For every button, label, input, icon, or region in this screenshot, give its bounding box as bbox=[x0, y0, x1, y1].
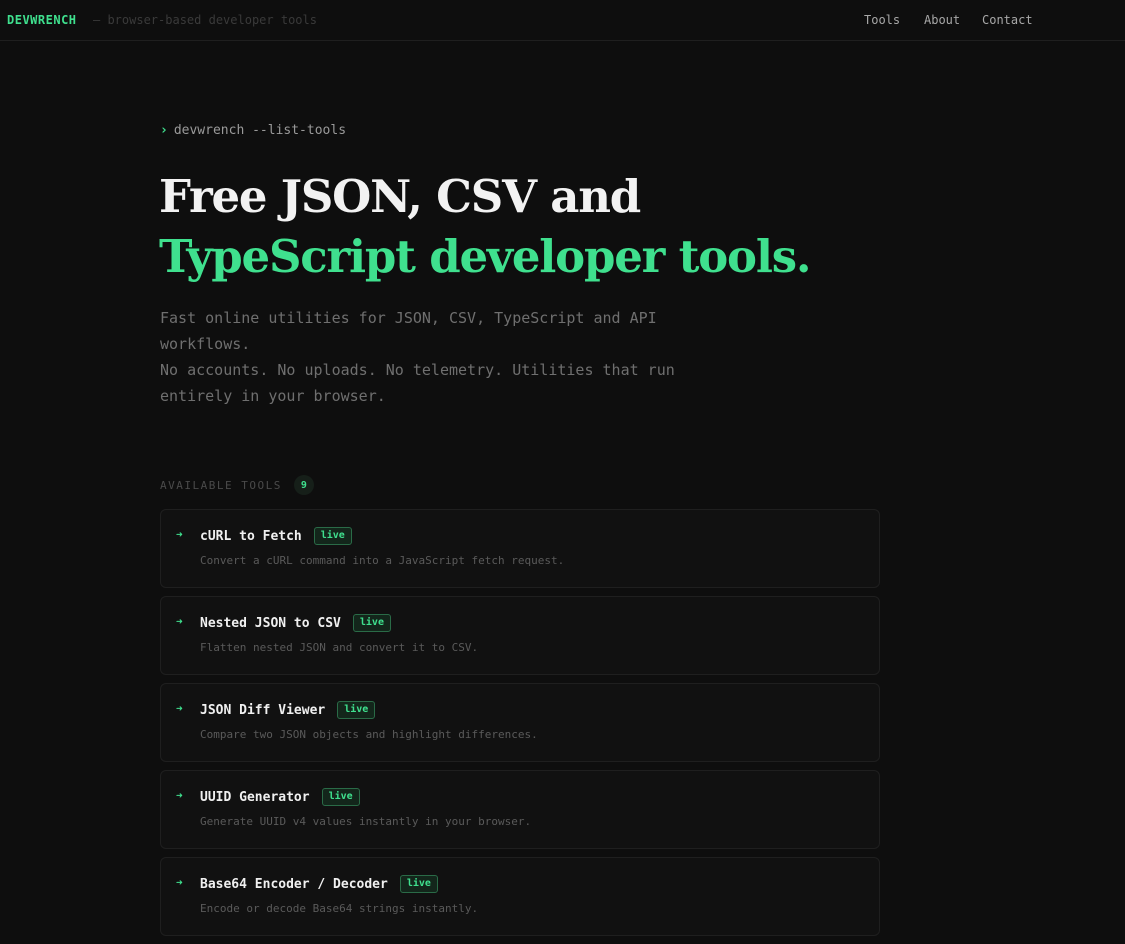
tool-name: Base64 Encoder / Decoder bbox=[200, 876, 388, 892]
tool-name: UUID Generator bbox=[200, 789, 310, 805]
tools-section-label: AVAILABLE TOOLS 9 bbox=[160, 475, 314, 495]
arrow-right-icon: ➜ bbox=[176, 615, 183, 628]
command-prompt: › devwrench --list-tools bbox=[160, 123, 346, 138]
arrow-right-icon: ➜ bbox=[176, 528, 183, 541]
live-badge: live bbox=[321, 788, 360, 806]
live-badge: live bbox=[313, 527, 352, 545]
prompt-caret-icon: › bbox=[160, 123, 168, 138]
tool-title-row: cURL to Fetch live bbox=[200, 527, 352, 545]
prompt-text: devwrench --list-tools bbox=[173, 123, 347, 138]
nav-link-tools[interactable]: Tools bbox=[864, 13, 900, 27]
tool-description: Flatten nested JSON and convert it to CS… bbox=[200, 641, 479, 654]
arrow-right-icon: ➜ bbox=[176, 789, 183, 802]
top-nav-bar: DEVWRENCH — browser-based developer tool… bbox=[0, 0, 1125, 41]
tool-card-nested-json-to-csv[interactable]: ➜ Nested JSON to CSV live Flatten nested… bbox=[160, 596, 880, 675]
tool-title-row: JSON Diff Viewer live bbox=[200, 701, 376, 719]
page-headline: Free JSON, CSV and TypeScript developer … bbox=[159, 167, 959, 287]
arrow-right-icon: ➜ bbox=[176, 876, 183, 889]
live-badge: live bbox=[352, 614, 391, 632]
tool-card-json-diff-viewer[interactable]: ➜ JSON Diff Viewer live Compare two JSON… bbox=[160, 683, 880, 762]
brand-logo-link[interactable]: DEVWRENCH bbox=[7, 13, 77, 27]
tool-name: Nested JSON to CSV bbox=[200, 615, 341, 631]
description-line-2: No accounts. No uploads. No telemetry. U… bbox=[160, 361, 675, 405]
tool-description: Encode or decode Base64 strings instantl… bbox=[200, 902, 479, 915]
tool-title-row: UUID Generator live bbox=[200, 788, 360, 806]
live-badge: live bbox=[399, 875, 438, 893]
tool-card-base64-encoder-decoder[interactable]: ➜ Base64 Encoder / Decoder live Encode o… bbox=[160, 857, 880, 936]
headline-line-2: TypeScript developer tools. bbox=[159, 230, 812, 283]
tool-list: ➜ cURL to Fetch live Convert a cURL comm… bbox=[160, 509, 880, 944]
headline-line-1: Free JSON, CSV and bbox=[159, 170, 641, 223]
tool-description: Convert a cURL command into a JavaScript… bbox=[200, 554, 565, 567]
tools-count-badge: 9 bbox=[293, 475, 314, 495]
arrow-right-icon: ➜ bbox=[176, 702, 183, 715]
tool-title-row: Base64 Encoder / Decoder live bbox=[200, 875, 438, 893]
tool-description: Generate UUID v4 values instantly in you… bbox=[200, 815, 532, 828]
brand-tagline: — browser-based developer tools bbox=[93, 13, 317, 27]
live-badge: live bbox=[337, 701, 376, 719]
tool-name: cURL to Fetch bbox=[200, 528, 302, 544]
hero-description: Fast online utilities for JSON, CSV, Typ… bbox=[160, 305, 720, 409]
tools-section-title: AVAILABLE TOOLS bbox=[160, 478, 282, 492]
tool-description: Compare two JSON objects and highlight d… bbox=[200, 728, 538, 741]
tool-card-curl-to-fetch[interactable]: ➜ cURL to Fetch live Convert a cURL comm… bbox=[160, 509, 880, 588]
tool-card-uuid-generator[interactable]: ➜ UUID Generator live Generate UUID v4 v… bbox=[160, 770, 880, 849]
tool-name: JSON Diff Viewer bbox=[200, 702, 326, 718]
tool-title-row: Nested JSON to CSV live bbox=[200, 614, 391, 632]
nav-link-contact[interactable]: Contact bbox=[982, 13, 1033, 27]
description-line-1: Fast online utilities for JSON, CSV, Typ… bbox=[160, 309, 657, 353]
nav-link-about[interactable]: About bbox=[924, 13, 960, 27]
